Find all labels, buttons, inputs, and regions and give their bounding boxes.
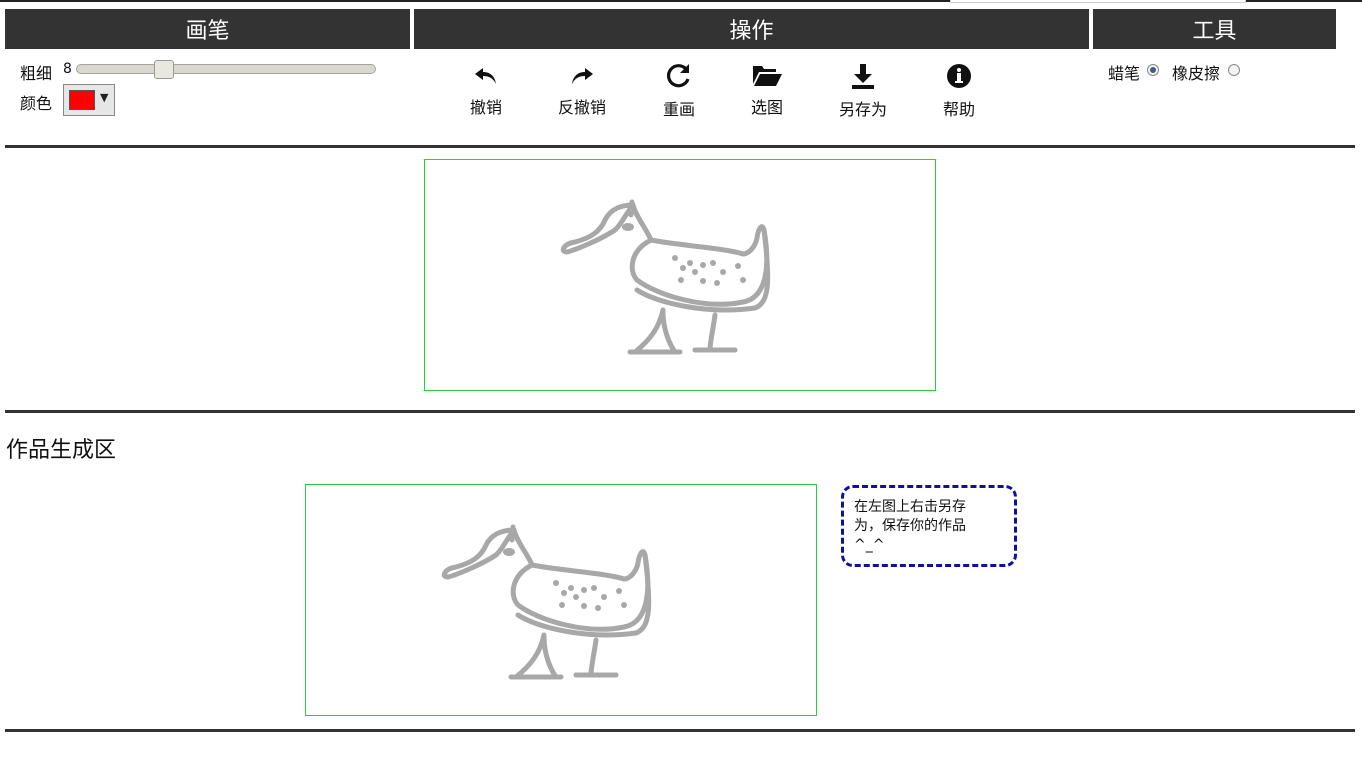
redo-label: 反撤销 — [557, 98, 606, 117]
undo-button[interactable]: 撤销 — [446, 62, 526, 118]
redo-button[interactable]: 反撤销 — [542, 62, 622, 118]
redraw-label: 重画 — [662, 100, 695, 119]
output-section-title: 作品生成区 — [6, 438, 117, 463]
eraser-radio[interactable] — [1228, 64, 1240, 76]
eraser-label: 橡皮擦 — [1172, 64, 1221, 83]
save-as-label: 另存为 — [838, 100, 887, 119]
divider — [5, 410, 1355, 413]
operations-header-label: 操作 — [729, 19, 774, 44]
folder-open-icon — [753, 66, 782, 86]
tools-header-label: 工具 — [1192, 19, 1237, 44]
help-label: 帮助 — [942, 100, 975, 119]
save-tip-text: 在左图上右击另存为，保存你的作品^_^ — [854, 499, 966, 553]
divider — [5, 729, 1355, 732]
thickness-value: 8 — [63, 61, 72, 77]
thickness-label: 粗细 — [20, 64, 53, 83]
help-button[interactable]: 帮助 — [919, 62, 999, 120]
select-image-label: 选图 — [750, 98, 783, 117]
color-label: 颜色 — [20, 94, 53, 113]
save-tip-box: 在左图上右击另存为，保存你的作品^_^ — [841, 485, 1017, 567]
color-picker[interactable]: ▼ — [63, 84, 115, 116]
color-swatch — [69, 90, 95, 110]
select-image-button[interactable]: 选图 — [727, 62, 807, 118]
undo-icon — [475, 68, 496, 84]
undo-label: 撤销 — [469, 98, 502, 117]
save-as-button[interactable]: 另存为 — [823, 62, 903, 120]
refresh-icon — [666, 64, 690, 88]
crayon-radio[interactable] — [1147, 64, 1159, 76]
thickness-slider[interactable] — [76, 64, 376, 74]
divider — [5, 145, 1355, 148]
crayon-label: 蜡笔 — [1108, 64, 1141, 83]
dropdown-arrow-icon: ▼ — [100, 91, 109, 104]
top-scrollbar-area — [950, 0, 1246, 3]
brush-header-label: 画笔 — [185, 19, 230, 44]
redo-icon — [572, 68, 593, 84]
info-icon — [947, 64, 971, 88]
tools-header: 工具 — [1093, 9, 1336, 49]
output-image[interactable] — [305, 484, 817, 716]
duck-drawing-copy — [441, 524, 652, 680]
duck-drawing — [560, 199, 771, 355]
download-icon — [852, 64, 874, 89]
redraw-button[interactable]: 重画 — [639, 62, 719, 120]
thickness-slider-thumb[interactable] — [154, 60, 174, 79]
drawing-canvas[interactable] — [424, 159, 936, 391]
operations-header: 操作 — [414, 9, 1089, 49]
brush-header: 画笔 — [5, 9, 410, 49]
